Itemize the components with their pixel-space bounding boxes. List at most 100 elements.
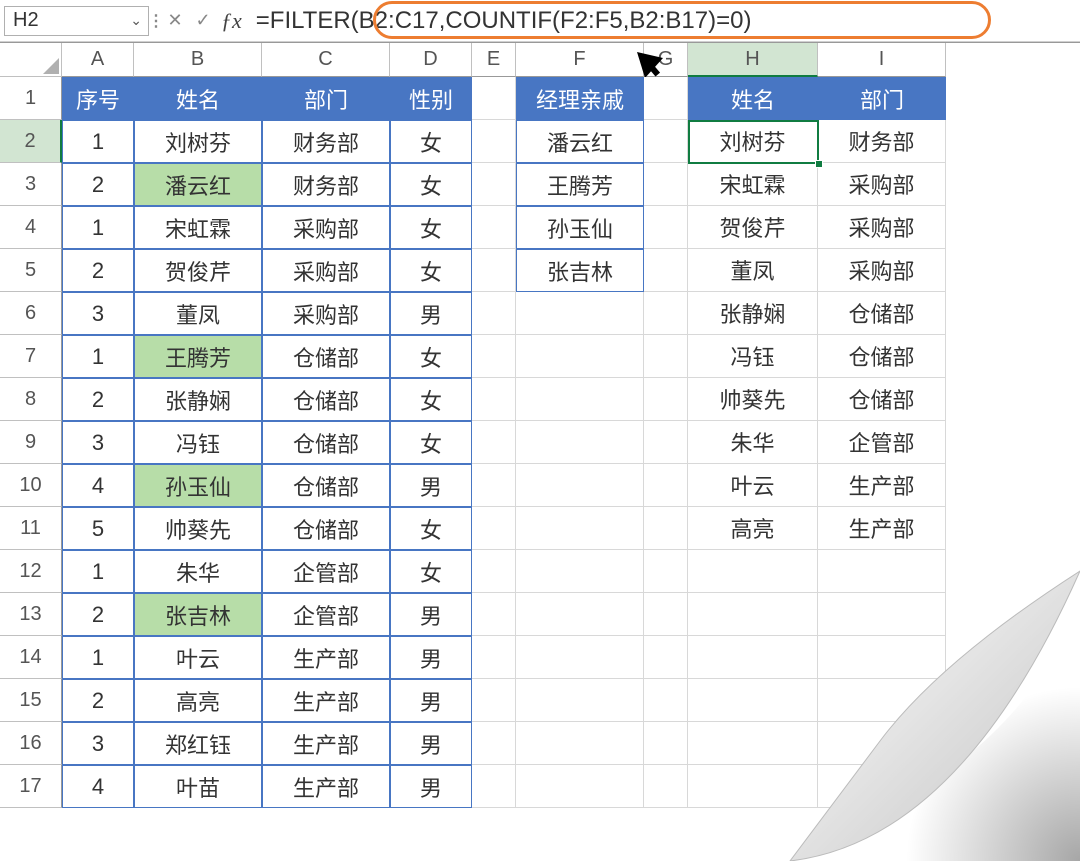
table1-seq[interactable]: 1 — [62, 120, 134, 163]
cell-G15[interactable] — [644, 679, 688, 722]
row-header-12[interactable]: 12 — [0, 550, 62, 593]
table1-seq[interactable]: 3 — [62, 292, 134, 335]
row-header-3[interactable]: 3 — [0, 163, 62, 206]
table1-name[interactable]: 刘树芬 — [134, 120, 262, 163]
cell-G7[interactable] — [644, 335, 688, 378]
table2-dept[interactable]: 采购部 — [818, 163, 946, 206]
table1-dept[interactable]: 仓储部 — [262, 421, 390, 464]
table1-seq[interactable]: 2 — [62, 679, 134, 722]
table1-seq[interactable]: 1 — [62, 636, 134, 679]
table2-dept[interactable]: 生产部 — [818, 507, 946, 550]
row-header-4[interactable]: 4 — [0, 206, 62, 249]
cell-I12[interactable] — [818, 550, 946, 593]
cell-E1[interactable] — [472, 77, 516, 120]
table1-sex[interactable]: 女 — [390, 335, 472, 378]
tableF-value[interactable]: 孙玉仙 — [516, 206, 644, 249]
cell-G8[interactable] — [644, 378, 688, 421]
cell-E7[interactable] — [472, 335, 516, 378]
table1-dept[interactable]: 仓储部 — [262, 507, 390, 550]
table1-sex[interactable]: 女 — [390, 421, 472, 464]
table1-header-dept[interactable]: 部门 — [262, 77, 390, 120]
col-header-D[interactable]: D — [390, 43, 472, 77]
table1-dept[interactable]: 生产部 — [262, 765, 390, 808]
cell-F11[interactable] — [516, 507, 644, 550]
cell-E9[interactable] — [472, 421, 516, 464]
table2-name[interactable]: 贺俊芹 — [688, 206, 818, 249]
cell-G9[interactable] — [644, 421, 688, 464]
cell-G11[interactable] — [644, 507, 688, 550]
cell-F12[interactable] — [516, 550, 644, 593]
col-header-A[interactable]: A — [62, 43, 134, 77]
cell-H17[interactable] — [688, 765, 818, 808]
col-header-F[interactable]: F — [516, 43, 644, 77]
select-all-corner[interactable] — [0, 43, 62, 77]
table1-name[interactable]: 贺俊芹 — [134, 249, 262, 292]
table1-seq[interactable]: 1 — [62, 550, 134, 593]
table1-sex[interactable]: 男 — [390, 464, 472, 507]
table1-dept[interactable]: 仓储部 — [262, 378, 390, 421]
fill-handle[interactable] — [815, 160, 823, 168]
table1-dept[interactable]: 采购部 — [262, 249, 390, 292]
table2-name[interactable]: 刘树芬 — [688, 120, 818, 163]
table1-dept[interactable]: 财务部 — [262, 120, 390, 163]
cell-G13[interactable] — [644, 593, 688, 636]
table1-header-name[interactable]: 姓名 — [134, 77, 262, 120]
cell-F6[interactable] — [516, 292, 644, 335]
cell-E15[interactable] — [472, 679, 516, 722]
table1-name[interactable]: 董凤 — [134, 292, 262, 335]
table2-dept[interactable]: 采购部 — [818, 206, 946, 249]
table1-dept[interactable]: 生产部 — [262, 636, 390, 679]
table2-name[interactable]: 高亮 — [688, 507, 818, 550]
name-box[interactable]: H2 ⌄ — [4, 6, 149, 36]
cell-E14[interactable] — [472, 636, 516, 679]
table2-name[interactable]: 宋虹霖 — [688, 163, 818, 206]
row-header-15[interactable]: 15 — [0, 679, 62, 722]
table1-sex[interactable]: 女 — [390, 163, 472, 206]
fx-icon[interactable]: ƒx — [221, 8, 242, 34]
cell-E11[interactable] — [472, 507, 516, 550]
table1-seq[interactable]: 2 — [62, 163, 134, 206]
table1-dept[interactable]: 仓储部 — [262, 464, 390, 507]
table1-seq[interactable]: 2 — [62, 378, 134, 421]
table1-name[interactable]: 张吉林 — [134, 593, 262, 636]
col-header-I[interactable]: I — [818, 43, 946, 77]
row-header-1[interactable]: 1 — [0, 77, 62, 120]
table2-name[interactable]: 叶云 — [688, 464, 818, 507]
cell-G1[interactable] — [644, 77, 688, 120]
table1-dept[interactable]: 企管部 — [262, 593, 390, 636]
table2-name[interactable]: 帅葵先 — [688, 378, 818, 421]
cell-E13[interactable] — [472, 593, 516, 636]
table1-seq[interactable]: 4 — [62, 464, 134, 507]
cell-F13[interactable] — [516, 593, 644, 636]
table1-seq[interactable]: 3 — [62, 722, 134, 765]
table1-dept[interactable]: 采购部 — [262, 206, 390, 249]
cell-E4[interactable] — [472, 206, 516, 249]
table1-name[interactable]: 高亮 — [134, 679, 262, 722]
cell-F14[interactable] — [516, 636, 644, 679]
cell-F15[interactable] — [516, 679, 644, 722]
cell-H16[interactable] — [688, 722, 818, 765]
table1-name[interactable]: 潘云红 — [134, 163, 262, 206]
cell-G3[interactable] — [644, 163, 688, 206]
table1-sex[interactable]: 女 — [390, 206, 472, 249]
row-header-7[interactable]: 7 — [0, 335, 62, 378]
table2-name[interactable]: 朱华 — [688, 421, 818, 464]
table1-sex[interactable]: 女 — [390, 120, 472, 163]
table1-seq[interactable]: 5 — [62, 507, 134, 550]
cell-G2[interactable] — [644, 120, 688, 163]
cell-G4[interactable] — [644, 206, 688, 249]
table2-dept[interactable]: 仓储部 — [818, 378, 946, 421]
cell-F10[interactable] — [516, 464, 644, 507]
col-header-B[interactable]: B — [134, 43, 262, 77]
table1-sex[interactable]: 男 — [390, 593, 472, 636]
table2-dept[interactable]: 仓储部 — [818, 335, 946, 378]
table2-dept[interactable]: 财务部 — [818, 120, 946, 163]
table1-name[interactable]: 王腾芳 — [134, 335, 262, 378]
table1-name[interactable]: 帅葵先 — [134, 507, 262, 550]
table1-name[interactable]: 朱华 — [134, 550, 262, 593]
table1-dept[interactable]: 仓储部 — [262, 335, 390, 378]
table1-sex[interactable]: 男 — [390, 765, 472, 808]
cell-G10[interactable] — [644, 464, 688, 507]
table1-dept[interactable]: 生产部 — [262, 679, 390, 722]
col-header-G[interactable]: G — [644, 43, 688, 77]
